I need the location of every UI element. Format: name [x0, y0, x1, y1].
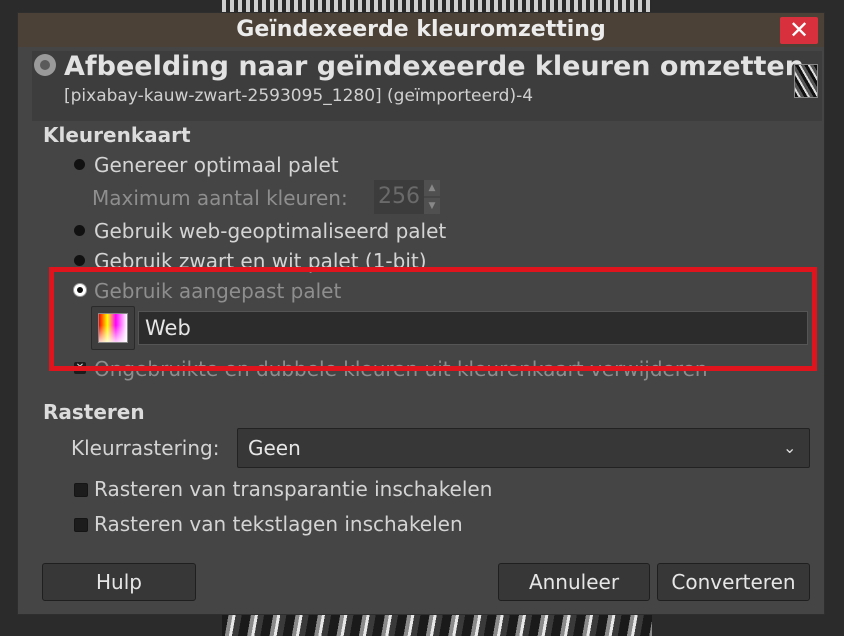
colormap-section-label: Kleurenkaart [43, 123, 191, 147]
convert-indexed-icon [34, 54, 56, 76]
help-button[interactable]: Hulp [42, 563, 196, 601]
dialog-window: Geïndexeerde kleuromzetting ✕ Afbeelding… [17, 12, 825, 615]
chevron-down-icon: ⌄ [783, 438, 797, 457]
radio-bw-palette[interactable] [74, 255, 85, 266]
close-button[interactable]: ✕ [780, 17, 818, 44]
image-thumbnail [794, 64, 818, 98]
max-colors-input[interactable]: 256 [374, 180, 424, 214]
dither-textlayers-label[interactable]: Rasteren van tekstlagen inschakelen [94, 512, 463, 536]
dialog-header: Afbeelding naar geïndexeerde kleuren omz… [32, 51, 822, 121]
radio-web-palette[interactable] [74, 225, 85, 236]
header-title: Afbeelding naar geïndexeerde kleuren omz… [64, 51, 804, 82]
max-colors-label: Maximum aantal kleuren: [92, 186, 348, 210]
color-dither-select[interactable]: Geen ⌄ [237, 428, 810, 468]
cancel-button[interactable]: Annuleer [498, 563, 650, 601]
chevron-down-icon[interactable]: ▼ [424, 198, 440, 214]
dithering-section-label: Rasteren [43, 400, 145, 424]
background-image-top [222, 0, 652, 12]
dither-transparency-label[interactable]: Rasteren van transparantie inschakelen [94, 477, 492, 501]
highlight-box [49, 267, 817, 371]
window-title: Geïndexeerde kleuromzetting [236, 17, 606, 42]
max-colors-stepper[interactable]: ▲ ▼ [424, 180, 440, 214]
header-subtitle: [pixabay-kauw-zwart-2593095_1280] (geïmp… [64, 86, 534, 106]
chevron-up-icon[interactable]: ▲ [424, 180, 440, 196]
radio-optimal-palette-label[interactable]: Genereer optimaal palet [94, 153, 339, 177]
dither-textlayers-checkbox[interactable] [74, 518, 88, 532]
convert-button[interactable]: Converteren [657, 563, 810, 601]
radio-web-palette-label[interactable]: Gebruik web-geoptimaliseerd palet [94, 219, 446, 243]
radio-optimal-palette[interactable] [74, 159, 85, 170]
color-dither-value: Geen [248, 436, 301, 460]
title-bar[interactable]: Geïndexeerde kleuromzetting ✕ [18, 13, 824, 47]
dither-transparency-checkbox[interactable] [74, 483, 88, 497]
color-dither-label: Kleurrastering: [71, 436, 220, 460]
